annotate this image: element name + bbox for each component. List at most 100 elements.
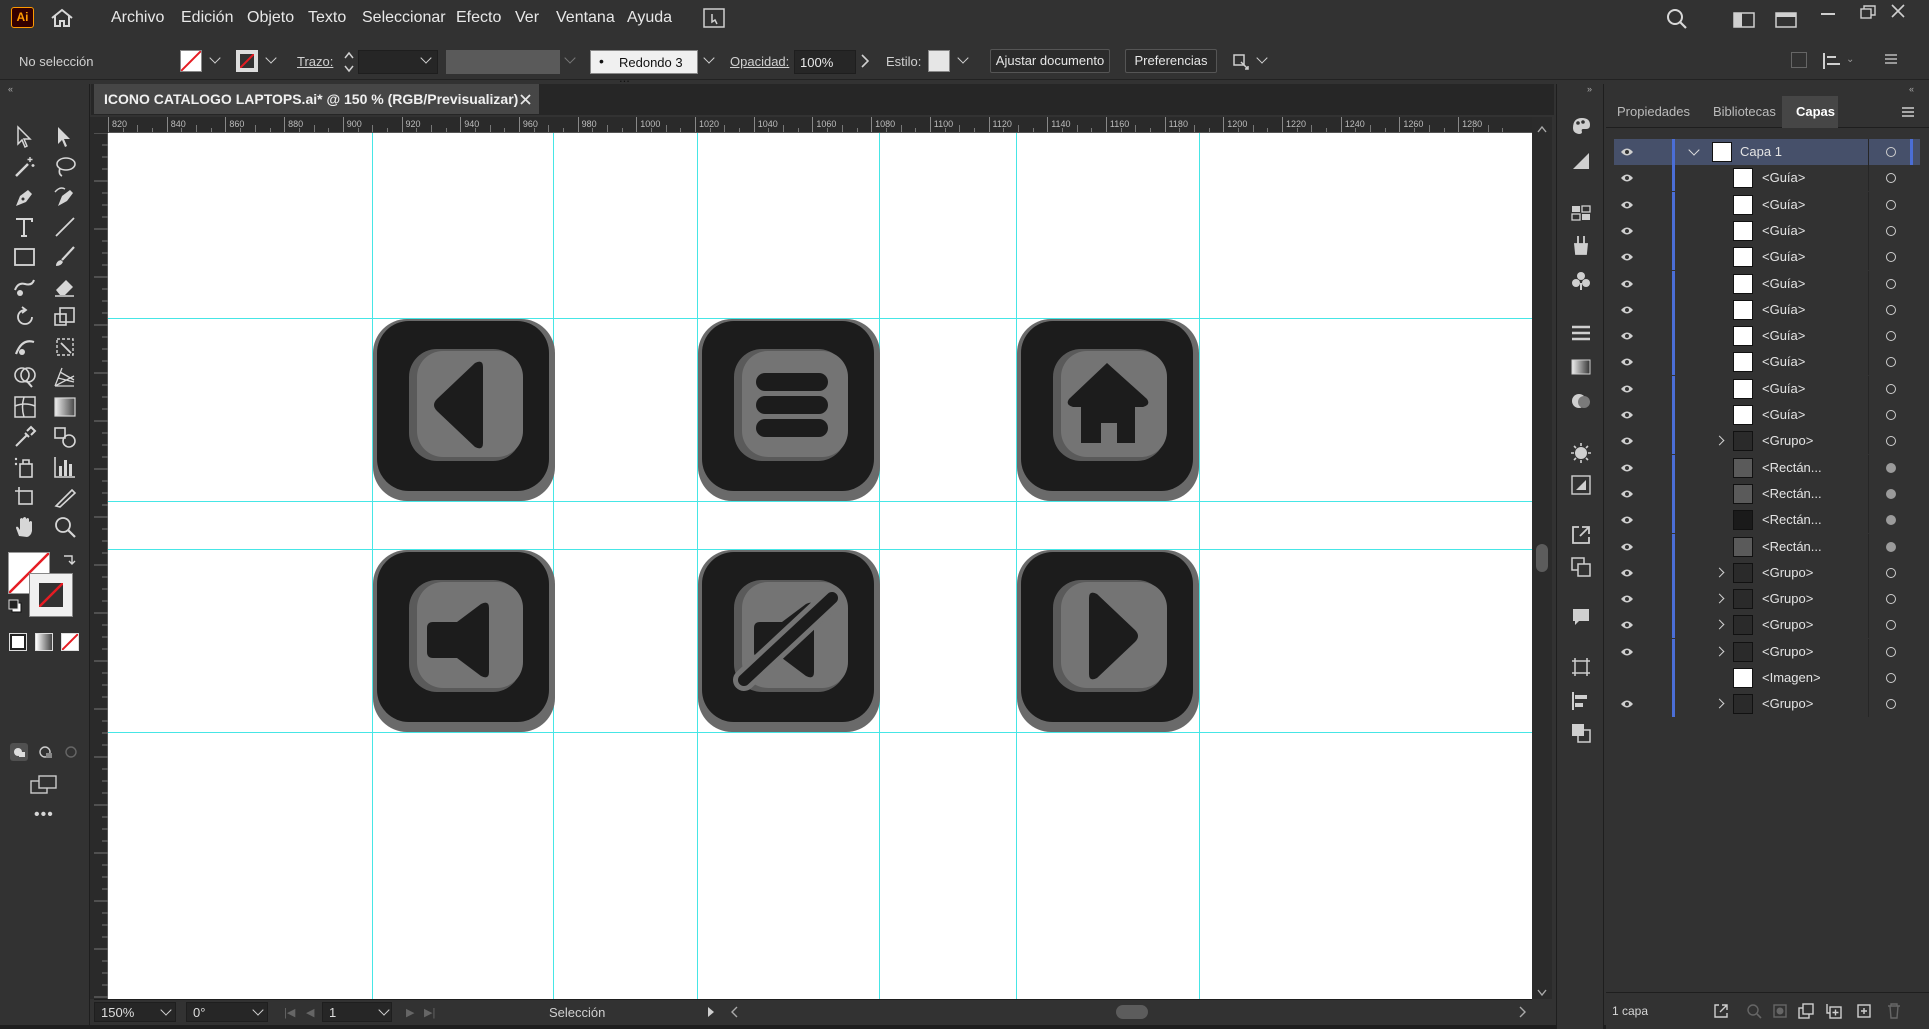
variable-width-field[interactable] (446, 50, 560, 74)
layer-row[interactable]: <Grupo> (1614, 638, 1920, 665)
target-circle-icon[interactable] (1886, 304, 1896, 315)
panel-menu-icon[interactable] (1884, 52, 1898, 66)
layer-row[interactable]: <Guía> (1614, 244, 1920, 271)
free-transform-tool-icon[interactable] (52, 334, 78, 360)
stroke-color-box[interactable] (29, 573, 73, 617)
layer-row[interactable]: <Grupo> (1614, 691, 1920, 718)
magic-wand-tool-icon[interactable] (12, 154, 38, 180)
paintbrush-tool-icon[interactable] (52, 244, 78, 270)
stroke-swatch[interactable] (236, 50, 258, 72)
visibility-eye-icon[interactable] (1620, 646, 1634, 658)
app-logo[interactable]: Ai (11, 7, 34, 28)
style-chevron-icon[interactable] (957, 52, 969, 64)
visibility-eye-icon[interactable] (1620, 514, 1634, 526)
warp-tool-icon[interactable] (12, 334, 38, 360)
visibility-eye-icon[interactable] (1620, 251, 1634, 263)
artboard-tool-icon[interactable] (12, 484, 38, 510)
export-icon[interactable] (1570, 524, 1592, 546)
target-circle-icon[interactable] (1886, 173, 1896, 184)
screen-mode-icon[interactable] (30, 774, 58, 796)
layer-row[interactable]: <Grupo> (1614, 428, 1920, 455)
column-graph-tool-icon[interactable] (52, 454, 78, 480)
layer-row[interactable]: <Guía> (1614, 296, 1920, 323)
expand-group-icon[interactable] (1714, 698, 1725, 709)
scroll-right-icon[interactable] (1519, 1006, 1527, 1018)
gradient-tool-icon[interactable] (52, 394, 78, 420)
visibility-eye-icon[interactable] (1620, 698, 1634, 710)
visibility-eye-icon[interactable] (1620, 567, 1634, 579)
target-circle-icon[interactable] (1886, 278, 1896, 289)
artboards-panel-icon[interactable] (1570, 656, 1592, 678)
links-icon[interactable] (1570, 556, 1592, 578)
stroke-dropdown-chevron-icon[interactable] (265, 52, 277, 64)
tab-propiedades[interactable]: Propiedades (1617, 104, 1690, 119)
target-circle-icon[interactable] (1886, 357, 1896, 368)
puppet-warp-chevron-icon[interactable] (1256, 52, 1268, 64)
artboard-canvas[interactable] (108, 133, 1532, 999)
visibility-eye-icon[interactable] (1620, 225, 1634, 237)
new-sublayer-icon[interactable] (1826, 1003, 1842, 1019)
scroll-down-icon[interactable] (1537, 985, 1547, 997)
shaper-tool-icon[interactable] (12, 274, 38, 300)
layer-row[interactable]: <Grupo> (1614, 612, 1920, 639)
draw-normal-icon[interactable] (10, 743, 28, 761)
swatches-icon[interactable] (1570, 202, 1592, 224)
tab-capas[interactable]: Capas (1796, 104, 1835, 119)
layer-row[interactable]: <Grupo> (1614, 559, 1920, 586)
preferences-button[interactable]: Preferencias (1125, 49, 1217, 73)
target-circle-icon[interactable] (1886, 147, 1896, 157)
target-circle-icon[interactable] (1886, 488, 1896, 499)
visibility-eye-icon[interactable] (1620, 330, 1634, 342)
arrange-documents-icon[interactable] (703, 8, 725, 28)
expand-group-icon[interactable] (1714, 593, 1725, 604)
layer-row[interactable]: <Imagen> (1614, 665, 1920, 691)
eyedropper-tool-icon[interactable] (12, 424, 38, 450)
layer-row[interactable]: <Rectán... (1614, 507, 1920, 534)
lasso-tool-icon[interactable] (52, 154, 78, 180)
rotate-tool-icon[interactable] (12, 304, 38, 330)
brush-field[interactable]: • Redondo 3 ... (590, 50, 698, 85)
document-tab[interactable]: ICONO CATALOGO LAPTOPS.ai* @ 150 % (RGB/… (94, 84, 539, 114)
visibility-eye-icon[interactable] (1620, 462, 1634, 474)
panel-options-menu-icon[interactable] (1902, 106, 1914, 118)
fill-dropdown-chevron-icon[interactable] (209, 52, 221, 64)
color-panel-icon[interactable] (1570, 114, 1592, 136)
symbol-sprayer-tool-icon[interactable] (12, 454, 38, 480)
stroke-weight-stepper[interactable] (342, 49, 356, 75)
layer-row[interactable]: <Guía> (1614, 191, 1920, 218)
menu-ventana[interactable]: Ventana (556, 9, 615, 27)
minimize-icon[interactable] (1821, 13, 1835, 15)
brush-chevron-icon[interactable] (703, 52, 715, 64)
fill-swatch[interactable] (180, 50, 202, 72)
layer-row[interactable]: <Rectán... (1614, 454, 1920, 481)
target-circle-icon[interactable] (1886, 383, 1896, 394)
layer-row[interactable]: <Guía> (1614, 270, 1920, 297)
home-button-art[interactable] (1017, 319, 1199, 501)
line-tool-icon[interactable] (52, 214, 78, 240)
mute-button-art[interactable] (698, 550, 880, 732)
visibility-eye-icon[interactable] (1620, 383, 1634, 395)
layer-row[interactable]: <Rectán... (1614, 480, 1920, 507)
collapse-panel-icon[interactable]: « (1909, 84, 1914, 94)
target-circle-icon[interactable] (1886, 620, 1896, 631)
opacity-input[interactable]: 100% (794, 50, 856, 74)
arrow-right-button-art[interactable] (1017, 550, 1199, 732)
scroll-up-icon[interactable] (1537, 121, 1547, 133)
gradient-panel-icon[interactable] (1570, 356, 1592, 378)
close-tab-icon[interactable] (520, 93, 531, 105)
brushes-icon[interactable] (1570, 234, 1592, 256)
layer-row[interactable]: <Guía> (1614, 375, 1920, 402)
draw-behind-icon[interactable] (36, 743, 54, 761)
curvature-tool-icon[interactable] (52, 184, 78, 210)
hand-tool-icon[interactable] (12, 514, 38, 540)
horizontal-scroll-thumb[interactable] (1116, 1005, 1148, 1019)
visibility-eye-icon[interactable] (1620, 356, 1634, 368)
target-circle-icon[interactable] (1886, 673, 1896, 683)
speaker-button-art[interactable] (373, 550, 555, 732)
expand-group-icon[interactable] (1714, 435, 1725, 446)
target-circle-icon[interactable] (1886, 410, 1896, 420)
scale-tool-icon[interactable] (52, 304, 78, 330)
menu-ayuda[interactable]: Ayuda (627, 9, 672, 27)
layer-row[interactable]: <Guía> (1614, 165, 1920, 192)
selection-tool-icon[interactable] (12, 124, 38, 150)
